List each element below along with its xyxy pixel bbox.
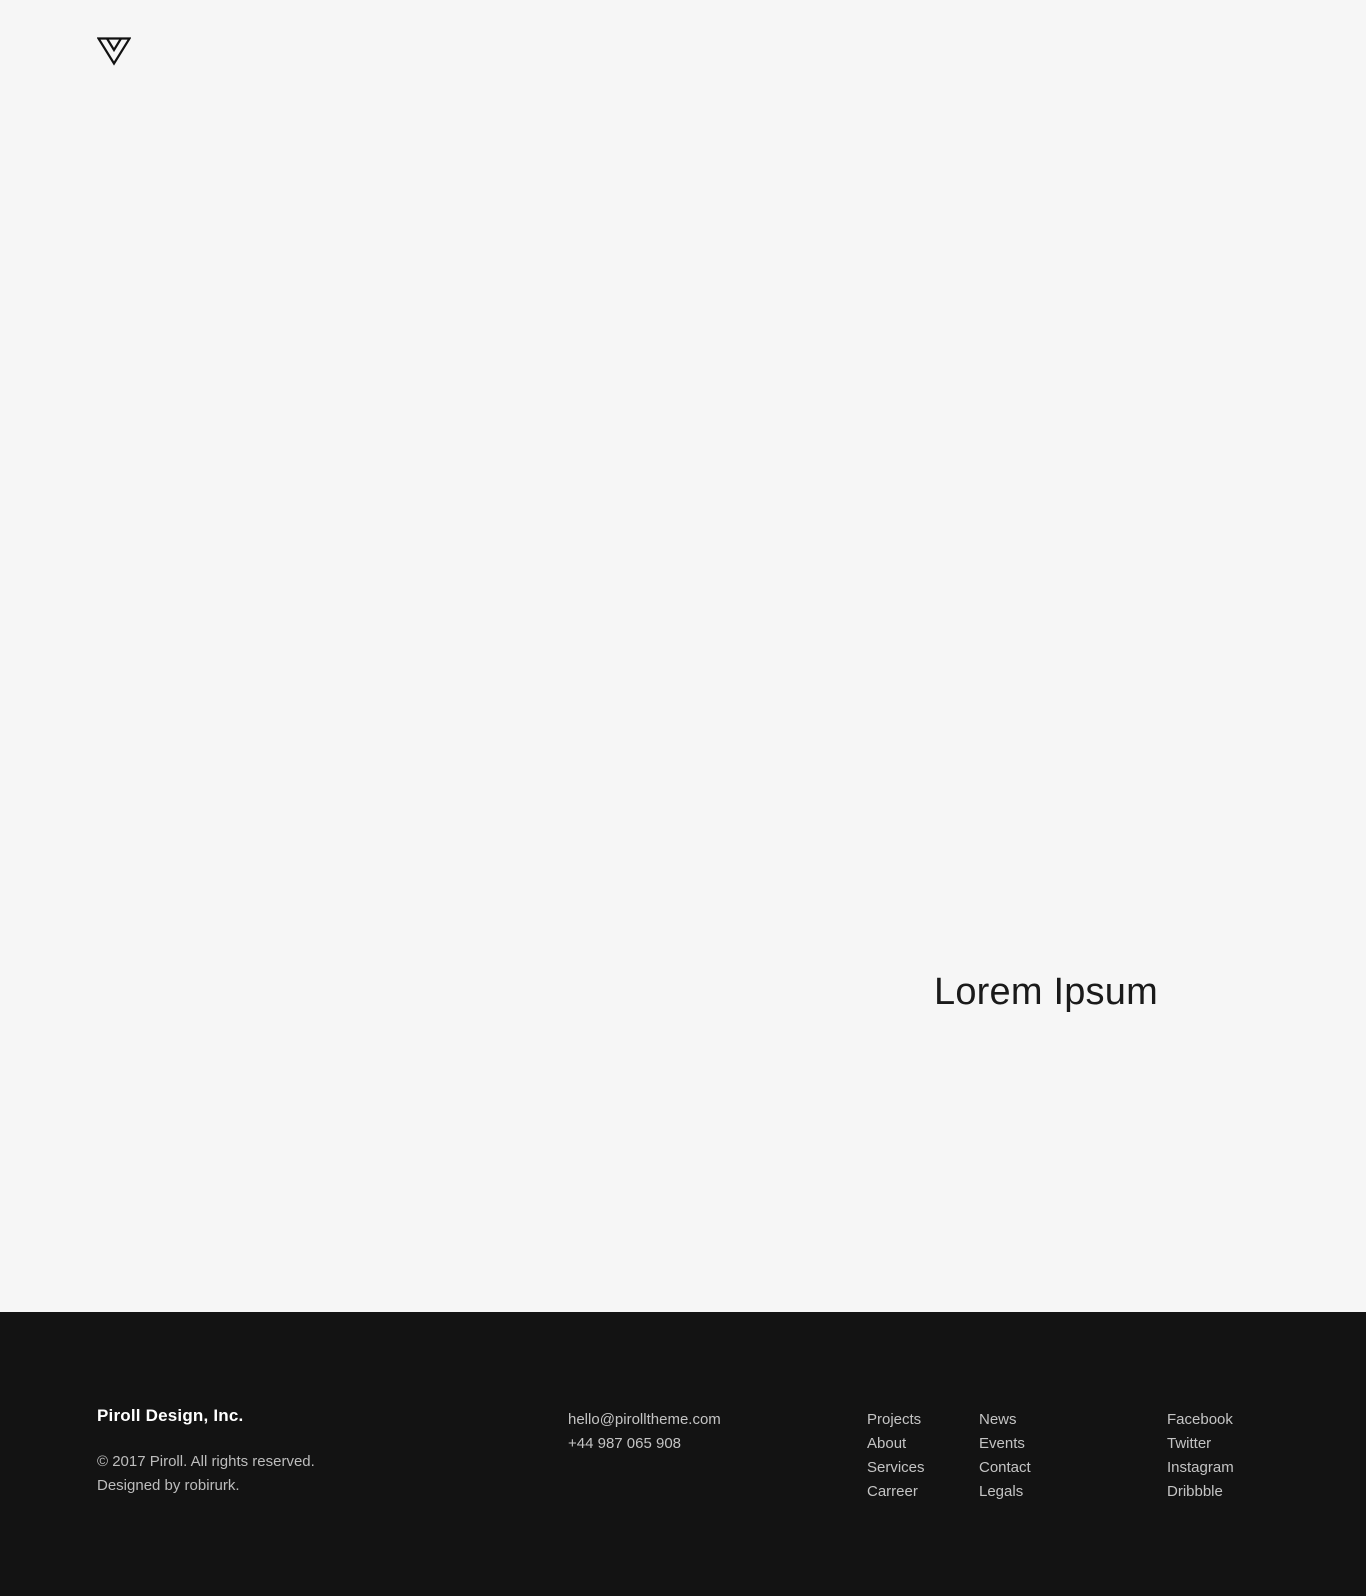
social-item: Instagram — [1167, 1456, 1234, 1480]
footer-link-legals[interactable]: Legals — [979, 1483, 1023, 1500]
footer-nav-item: News — [979, 1408, 1031, 1432]
footer-link-projects[interactable]: Projects — [867, 1411, 921, 1428]
footer-nav-secondary: News Events Contact Legals — [979, 1408, 1031, 1504]
social-item: Dribbble — [1167, 1480, 1234, 1504]
hero-section: Lorem Ipsum — [0, 0, 1366, 1312]
contact-list: hello@pirolltheme.com +44 987 065 908 — [568, 1408, 721, 1456]
contact-phone-item: +44 987 065 908 — [568, 1432, 721, 1456]
footer-nav-primary: Projects About Services Carreer — [867, 1408, 925, 1504]
social-link-dribbble[interactable]: Dribbble — [1167, 1483, 1223, 1500]
hero-title: Lorem Ipsum — [934, 971, 1158, 1013]
copyright-text: © 2017 Piroll. All rights reserved. — [97, 1453, 315, 1470]
footer-nav-item: Projects — [867, 1408, 925, 1432]
footer-nav-item: Events — [979, 1432, 1031, 1456]
footer-link-career[interactable]: Carreer — [867, 1483, 918, 1500]
contact-email-link[interactable]: hello@pirolltheme.com — [568, 1411, 721, 1428]
footer-nav-item: Carreer — [867, 1480, 925, 1504]
footer: Piroll Design, Inc. © 2017 Piroll. All r… — [0, 1312, 1366, 1596]
footer-link-services[interactable]: Services — [867, 1459, 925, 1476]
footer-link-news[interactable]: News — [979, 1411, 1017, 1428]
footer-nav-item: About — [867, 1432, 925, 1456]
footer-link-events[interactable]: Events — [979, 1435, 1025, 1452]
designed-by-text: Designed by robirurk. — [97, 1477, 240, 1494]
social-link-facebook[interactable]: Facebook — [1167, 1411, 1233, 1428]
footer-nav-item: Legals — [979, 1480, 1031, 1504]
contact-phone-link[interactable]: +44 987 065 908 — [568, 1435, 681, 1452]
footer-link-about[interactable]: About — [867, 1435, 906, 1452]
footer-link-contact[interactable]: Contact — [979, 1459, 1031, 1476]
triangle-logo-icon[interactable] — [97, 36, 131, 66]
footer-nav-item: Services — [867, 1456, 925, 1480]
social-links: Facebook Twitter Instagram Dribbble — [1167, 1408, 1234, 1504]
social-item: Facebook — [1167, 1408, 1234, 1432]
social-item: Twitter — [1167, 1432, 1234, 1456]
contact-email-item: hello@pirolltheme.com — [568, 1408, 721, 1432]
social-link-twitter[interactable]: Twitter — [1167, 1435, 1211, 1452]
company-name: Piroll Design, Inc. — [97, 1406, 244, 1425]
social-link-instagram[interactable]: Instagram — [1167, 1459, 1234, 1476]
footer-nav-item: Contact — [979, 1456, 1031, 1480]
